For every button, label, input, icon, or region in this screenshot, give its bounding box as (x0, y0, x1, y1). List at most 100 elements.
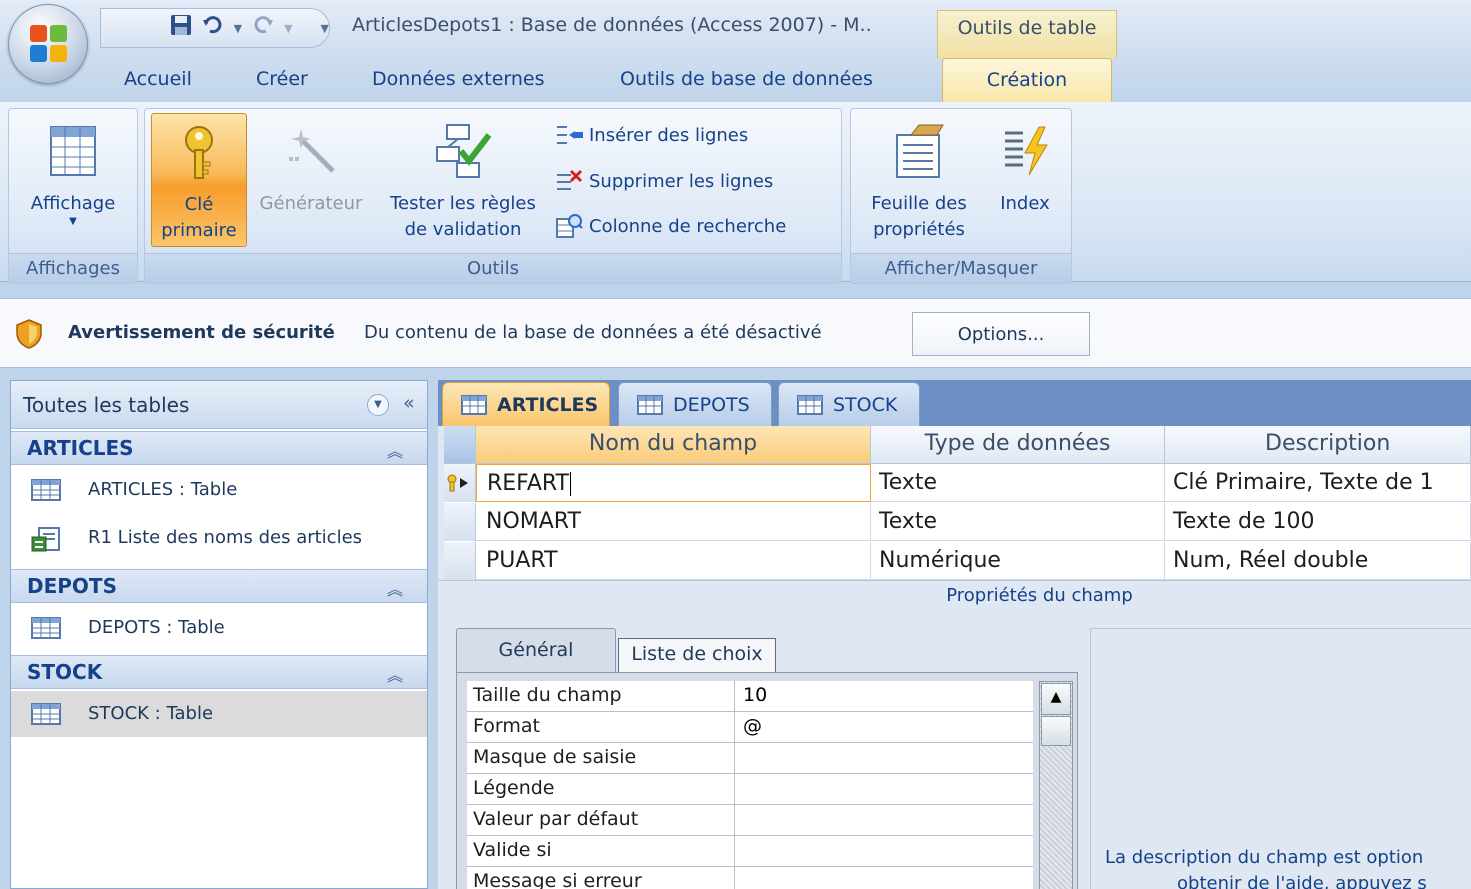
supprimer-lignes-button[interactable]: Supprimer les lignes (555, 169, 773, 193)
lookup-column-icon (556, 214, 583, 238)
group-afficher-masquer: Feuille des propriétés Index Afficher/Ma… (850, 108, 1072, 284)
nav-item-depots-table[interactable]: DEPOTS : Table (11, 605, 427, 651)
property-value[interactable] (735, 836, 1033, 866)
column-header-description[interactable]: Description (1165, 426, 1471, 464)
nav-group-depots[interactable]: DEPOTS ︽ (11, 569, 427, 603)
description-cell[interactable]: Num, Réel double (1165, 542, 1471, 580)
nav-group-stock[interactable]: STOCK ︽ (11, 655, 427, 689)
property-value[interactable] (735, 774, 1033, 804)
doc-tab-stock[interactable]: STOCK (778, 382, 920, 426)
group-label-outils: Outils (145, 253, 841, 283)
help-text-line2: obtenir de l'aide, appuyez s (1177, 873, 1427, 889)
table-row[interactable]: NOMART Texte Texte de 100 (444, 503, 1471, 541)
group-affichages: Affichage ▼ Affichages (8, 108, 138, 284)
property-row[interactable]: Valide si (467, 836, 1033, 867)
office-button[interactable] (8, 4, 88, 84)
field-properties-title: Propriétés du champ (438, 580, 1471, 610)
collapse-pane-icon[interactable]: « (403, 392, 415, 414)
doc-tab-depots[interactable]: DEPOTS (618, 382, 772, 426)
inserer-lignes-button[interactable]: Insérer des lignes (555, 123, 748, 147)
save-icon[interactable] (170, 14, 192, 42)
column-header-type-donnees[interactable]: Type de données (871, 426, 1165, 464)
doc-tab-articles[interactable]: ARTICLES (442, 382, 610, 426)
primary-key-row-indicator-icon[interactable] (444, 464, 476, 502)
property-row[interactable]: Message si erreur (467, 867, 1033, 889)
tab-accueil[interactable]: Accueil (124, 68, 192, 90)
index-button[interactable]: Index (985, 113, 1065, 217)
title-bar: ▼ ▼ ▼ ArticlesDepots1 : Base de données … (0, 0, 1471, 58)
property-value[interactable] (735, 867, 1033, 889)
description-cell[interactable]: Texte de 100 (1165, 503, 1471, 541)
property-row[interactable]: Taille du champ 10 (467, 681, 1033, 712)
scroll-up-arrow-icon[interactable]: ▲ (1041, 683, 1071, 715)
field-name-cell[interactable]: PUART (476, 542, 871, 580)
delete-rows-icon (557, 169, 583, 190)
description-cell[interactable]: Clé Primaire, Texte de 1 (1165, 464, 1471, 502)
tab-donnees-externes[interactable]: Données externes (372, 68, 545, 90)
group-outils: Clé primaire Générateur Tester les règle… (144, 108, 842, 284)
table-row[interactable]: PUART Numérique Num, Réel double (444, 542, 1471, 580)
property-row[interactable]: Valeur par défaut (467, 805, 1033, 836)
nav-item-r1-report[interactable]: R1 Liste des noms des articles (11, 515, 427, 561)
chevron-up-double-icon[interactable]: ︽ (387, 576, 403, 600)
chevron-down-icon: ▼ (69, 216, 77, 227)
key-icon (185, 126, 213, 179)
table-icon (461, 394, 487, 415)
chevron-up-double-icon[interactable]: ︽ (387, 662, 403, 686)
undo-icon[interactable] (202, 14, 224, 42)
chevron-down-icon[interactable]: ▼ (234, 22, 242, 35)
nav-pane-title: Toutes les tables (23, 393, 190, 417)
row-selector[interactable] (444, 542, 476, 580)
tab-creer[interactable]: Créer (256, 68, 308, 90)
nav-group-articles[interactable]: ARTICLES ︽ (11, 431, 427, 465)
table-row[interactable]: REFART Texte Clé Primaire, Texte de 1 (444, 464, 1471, 502)
feuille-proprietes-button[interactable]: Feuille des propriétés (857, 113, 981, 243)
property-row[interactable]: Masque de saisie (467, 743, 1033, 774)
chevron-down-icon[interactable]: ▼ (367, 394, 389, 416)
nav-item-stock-table[interactable]: STOCK : Table (11, 691, 427, 737)
security-warning-title: Avertissement de sécurité (68, 322, 335, 343)
field-name-cell[interactable]: REFART (476, 464, 871, 502)
property-value[interactable]: @ (735, 712, 1033, 742)
tab-creation[interactable]: Création (942, 58, 1112, 102)
tab-general[interactable]: Général (456, 628, 616, 672)
table-icon (31, 703, 61, 725)
tab-liste-de-choix[interactable]: Liste de choix (618, 638, 776, 672)
chevron-up-double-icon[interactable]: ︽ (387, 438, 403, 462)
properties-tab-strip: Général Liste de choix (456, 628, 1078, 672)
data-type-cell[interactable]: Texte (871, 503, 1165, 541)
data-type-cell[interactable]: Numérique (871, 542, 1165, 580)
tester-regles-button[interactable]: Tester les règles de validation (377, 113, 549, 243)
navigation-pane: Toutes les tables ▼ « ARTICLES ︽ ARTICLE… (10, 380, 428, 889)
property-sheet-icon (896, 124, 944, 178)
column-header-nom-champ[interactable]: Nom du champ (476, 426, 871, 464)
colonne-recherche-button[interactable]: Colonne de recherche (555, 213, 786, 239)
affichage-button[interactable]: Affichage ▼ (13, 113, 133, 227)
tab-outils-bdd[interactable]: Outils de base de données (620, 68, 873, 90)
property-value[interactable] (735, 743, 1033, 773)
nav-item-articles-table[interactable]: ARTICLES : Table (11, 467, 427, 513)
property-value[interactable]: 10 (735, 681, 1033, 711)
chevron-down-icon[interactable]: ▼ (284, 22, 292, 35)
office-logo-icon (30, 25, 68, 63)
validation-check-icon (436, 124, 492, 178)
data-type-cell[interactable]: Texte (871, 464, 1165, 502)
row-selector[interactable] (444, 503, 476, 541)
redo-icon[interactable] (252, 14, 274, 42)
select-all-corner[interactable] (444, 426, 476, 464)
help-text-line1: La description du champ est option (1105, 847, 1424, 868)
property-value[interactable] (735, 805, 1033, 835)
property-row[interactable]: Format @ (467, 712, 1033, 743)
ribbon: Affichage ▼ Affichages Clé primaire Géné… (0, 102, 1471, 284)
nav-pane-header[interactable]: Toutes les tables ▼ « (11, 381, 427, 429)
generateur-button[interactable]: Générateur (251, 113, 371, 217)
field-name-cell[interactable]: NOMART (476, 503, 871, 541)
field-design-grid: Nom du champ Type de données Description… (444, 426, 1471, 580)
property-row[interactable]: Légende (467, 774, 1033, 805)
properties-scrollbar[interactable]: ▲ (1039, 681, 1073, 889)
cle-primaire-button[interactable]: Clé primaire (151, 113, 247, 247)
options-button[interactable]: Options... (912, 312, 1090, 356)
scroll-thumb[interactable] (1041, 716, 1071, 746)
group-label-affichages: Affichages (9, 253, 137, 283)
customize-qat-icon[interactable]: ▼ (321, 22, 329, 35)
